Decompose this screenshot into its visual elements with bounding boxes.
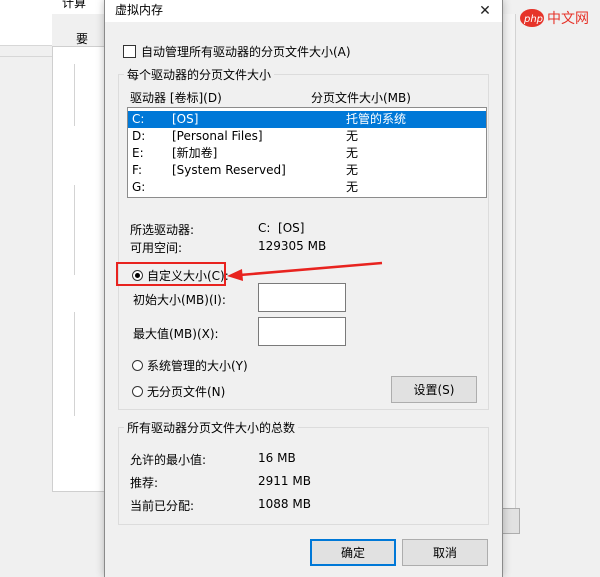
- background-divider: [0, 56, 52, 57]
- totals-group-legend: 所有驱动器分页文件大小的总数: [124, 419, 299, 436]
- drive-row[interactable]: F: [System Reserved] 无: [128, 162, 486, 179]
- recommended-value: 2911 MB: [258, 474, 311, 488]
- drive-listbox[interactable]: C: [OS] 托管的系统 D: [Personal Files] 无 E: […: [127, 107, 487, 198]
- drive-label: [新加卷]: [172, 146, 218, 160]
- initial-size-label: 初始大小(MB)(I):: [133, 293, 226, 307]
- drive-label: [System Reserved]: [172, 163, 286, 177]
- drive-size: 无: [346, 163, 359, 177]
- drive-row[interactable]: D: [Personal Files] 无: [128, 128, 486, 145]
- drive-size: 无: [346, 129, 359, 143]
- drive-label: [OS]: [172, 112, 199, 126]
- drive-row[interactable]: E: [新加卷] 无: [128, 145, 486, 162]
- min-allowed-value: 16 MB: [258, 451, 296, 465]
- max-size-input[interactable]: [258, 317, 346, 346]
- drive-size: 无: [346, 146, 359, 160]
- auto-manage-checkbox-row[interactable]: 自动管理所有驱动器的分页文件大小(A): [123, 43, 351, 60]
- virtual-memory-dialog: 虚拟内存 ✕ 自动管理所有驱动器的分页文件大小(A) 每个驱动器的分页文件大小 …: [104, 0, 503, 577]
- auto-manage-label: 自动管理所有驱动器的分页文件大小(A): [141, 45, 351, 59]
- free-space-value: 129305 MB: [258, 239, 327, 253]
- title-bar: 虚拟内存 ✕: [105, 0, 502, 22]
- per-drive-group-legend: 每个驱动器的分页文件大小: [124, 66, 275, 83]
- ok-button[interactable]: 确定: [310, 539, 396, 566]
- background-line: [74, 64, 75, 126]
- drive-column-header: 驱动器 [卷标](D): [130, 91, 222, 105]
- auto-manage-checkbox[interactable]: [123, 45, 136, 58]
- system-managed-radio-row[interactable]: 系统管理的大小(Y): [132, 357, 248, 374]
- background-line: [74, 312, 75, 416]
- drive-letter: D:: [132, 129, 146, 143]
- drive-row[interactable]: G: 无: [128, 179, 486, 196]
- cancel-button[interactable]: 取消: [402, 539, 488, 566]
- background-window-title: 计算: [62, 0, 87, 10]
- annotation-highlight-box: [116, 262, 226, 286]
- no-paging-label: 无分页文件(N): [147, 385, 226, 399]
- size-column-header: 分页文件大小(MB): [311, 91, 411, 105]
- drive-size: 无: [346, 180, 359, 194]
- background-text-fragment: 要: [76, 32, 89, 46]
- max-size-label: 最大值(MB)(X):: [133, 327, 219, 341]
- background-left-block: [0, 14, 52, 46]
- system-managed-label: 系统管理的大小(Y): [147, 359, 248, 373]
- recommended-label: 推荐:: [130, 476, 159, 490]
- system-managed-radio[interactable]: [132, 360, 143, 371]
- allocated-value: 1088 MB: [258, 497, 311, 511]
- drive-letter: F:: [132, 163, 143, 177]
- no-paging-radio-row[interactable]: 无分页文件(N): [132, 383, 225, 400]
- no-paging-radio[interactable]: [132, 386, 143, 397]
- watermark-logo: php 中文网: [518, 2, 600, 34]
- drive-size: 托管的系统: [346, 112, 407, 126]
- drive-letter: C:: [132, 112, 145, 126]
- initial-size-input[interactable]: [258, 283, 346, 312]
- dialog-title: 虚拟内存: [115, 3, 164, 17]
- selected-drive-value: C: [OS]: [258, 221, 305, 235]
- background-line: [74, 185, 75, 275]
- min-allowed-label: 允许的最小值:: [130, 453, 207, 467]
- selected-drive-label: 所选驱动器:: [130, 223, 195, 237]
- background-title-strip: 计算: [0, 0, 104, 14]
- drive-letter: G:: [132, 180, 146, 194]
- svg-text:中文网: 中文网: [547, 11, 589, 27]
- background-right-edge: [502, 14, 516, 534]
- set-button[interactable]: 设置(S): [391, 376, 477, 403]
- drive-letter: E:: [132, 146, 144, 160]
- svg-text:php: php: [523, 14, 543, 25]
- allocated-label: 当前已分配:: [130, 499, 195, 513]
- drive-row[interactable]: C: [OS] 托管的系统: [128, 111, 486, 128]
- close-button[interactable]: ✕: [468, 0, 502, 22]
- close-icon: ✕: [479, 3, 491, 19]
- drive-label: [Personal Files]: [172, 129, 263, 143]
- background-button-edge: [500, 508, 520, 534]
- free-space-label: 可用空间:: [130, 241, 183, 255]
- background-panel: [52, 46, 106, 492]
